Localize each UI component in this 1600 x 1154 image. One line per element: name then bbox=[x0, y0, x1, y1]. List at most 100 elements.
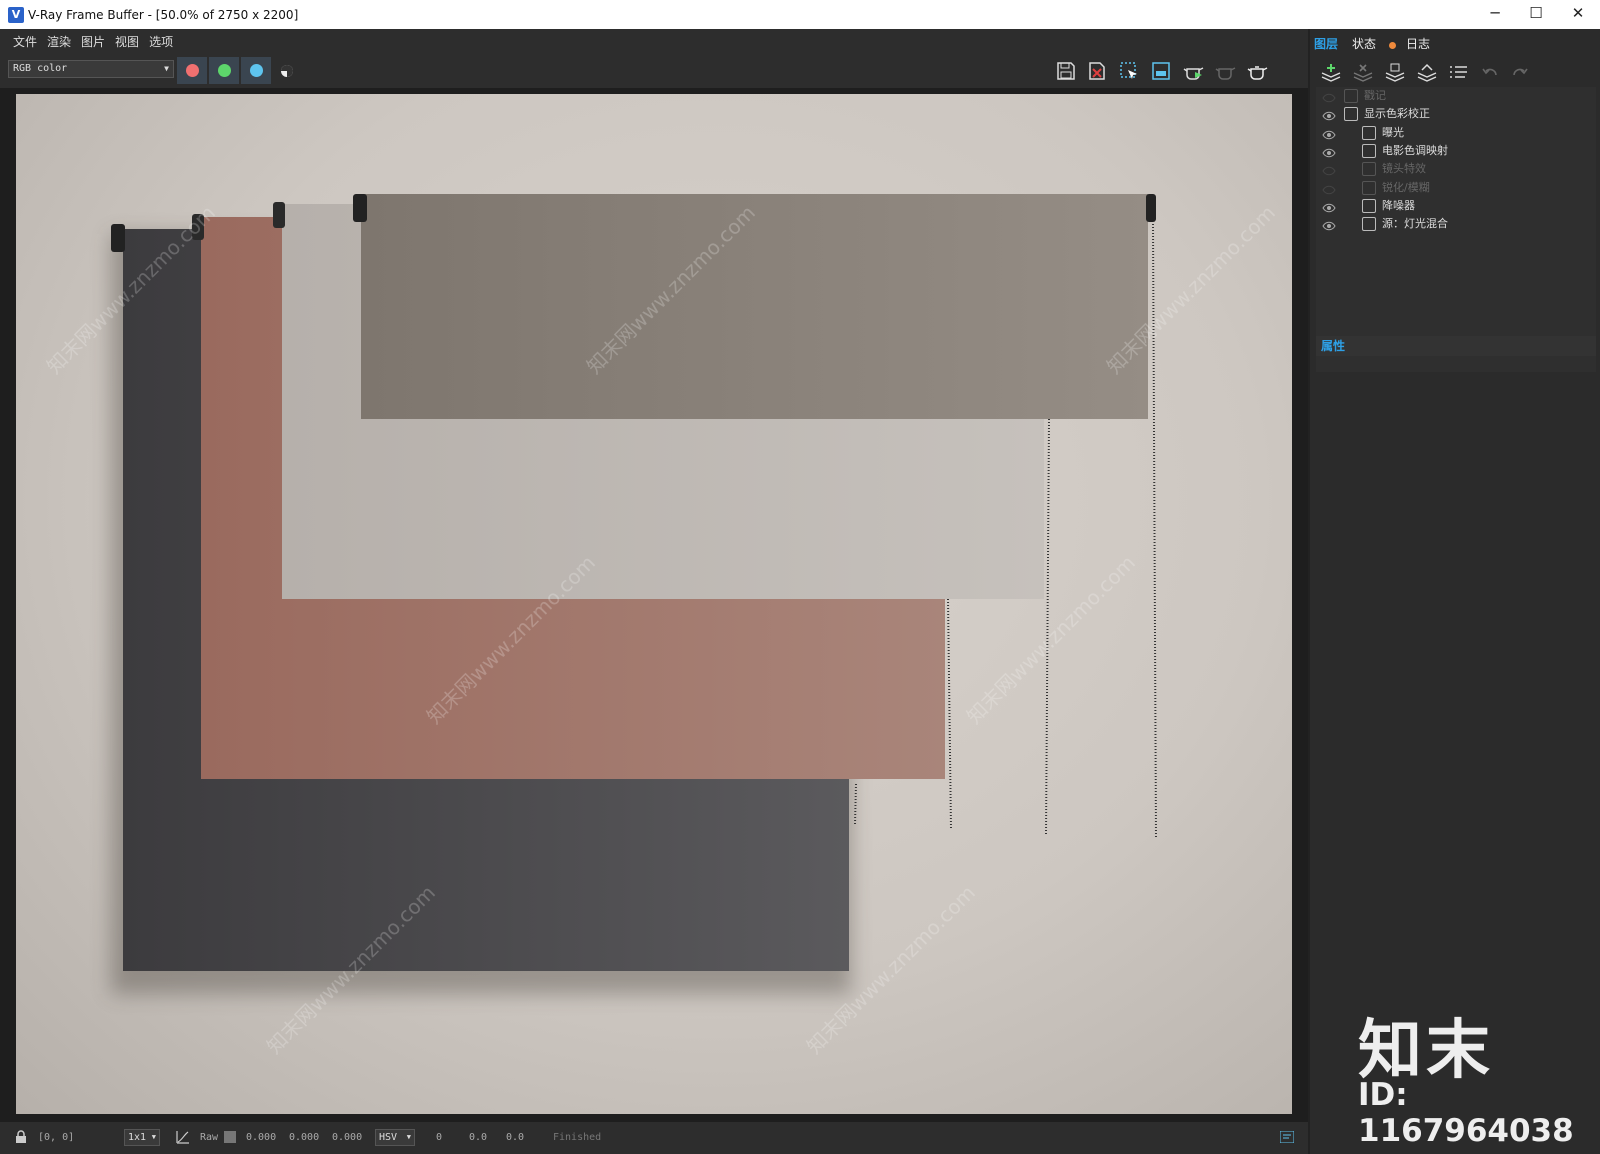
tab-stats[interactable]: 状态 bbox=[1352, 34, 1376, 54]
layer-label: 曝光 bbox=[1382, 125, 1404, 139]
layer-type-icon bbox=[1362, 198, 1376, 213]
colorspace-select[interactable]: HSV ▼ bbox=[375, 1129, 415, 1146]
lock-icon[interactable] bbox=[14, 1130, 28, 1147]
title-bar: V V-Ray Frame Buffer - [50.0% of 2750 x … bbox=[0, 0, 1600, 29]
redo-icon[interactable] bbox=[1510, 63, 1530, 87]
window-title: V-Ray Frame Buffer - [50.0% of 2750 x 22… bbox=[28, 7, 299, 22]
layers-panel: 图层 状态 日志 戳记显示色彩校正曝光电影色调映射 镜头特效锐化/模糊降噪器源：灯… bbox=[1310, 29, 1600, 1154]
menu-bar: 文件 渲染 图片 视图 选项 bbox=[0, 29, 1308, 53]
layer-tree: 戳记显示色彩校正曝光电影色调映射 镜头特效锐化/模糊降噪器源：灯光混合 bbox=[1316, 87, 1596, 372]
teapot-interactive-icon bbox=[1183, 67, 1204, 80]
value-r: 0.000 bbox=[246, 1132, 277, 1143]
render-interactive-button[interactable] bbox=[1182, 60, 1206, 82]
layer-label: 镜头特效 bbox=[1382, 162, 1426, 176]
alpha-toggle-button[interactable] bbox=[275, 60, 299, 82]
menu-render[interactable]: 渲染 bbox=[42, 33, 76, 50]
image-viewport[interactable]: 知末网www.znzmo.com 知末网www.znzmo.com 知末网www… bbox=[0, 88, 1308, 1122]
load-layers-icon[interactable] bbox=[1416, 63, 1438, 87]
history-icon[interactable] bbox=[1279, 1130, 1295, 1146]
value-v: 0.0 bbox=[506, 1132, 525, 1143]
toolbar: RGB color ▼ bbox=[0, 53, 1308, 88]
region-select-icon bbox=[1120, 62, 1137, 79]
visibility-eye-icon[interactable] bbox=[1322, 219, 1336, 231]
visibility-eye-icon[interactable] bbox=[1322, 201, 1336, 213]
alpha-icon bbox=[281, 65, 293, 77]
vray-logo-icon: V bbox=[8, 6, 24, 23]
minimize-button[interactable]: ─ bbox=[1473, 0, 1517, 29]
region-render-button[interactable] bbox=[1117, 60, 1141, 82]
teapot-stop-icon bbox=[1215, 67, 1236, 80]
layer-type-icon bbox=[1344, 107, 1358, 122]
visibility-eye-icon[interactable] bbox=[1322, 109, 1336, 121]
value-g: 0.000 bbox=[289, 1132, 320, 1143]
visibility-eye-icon[interactable] bbox=[1322, 164, 1336, 176]
layer-row[interactable]: 锐化/模糊 bbox=[1316, 179, 1596, 197]
visibility-eye-icon[interactable] bbox=[1322, 146, 1336, 158]
layer-row[interactable]: 曝光 bbox=[1316, 124, 1596, 142]
zoom-value: 1x1 bbox=[128, 1132, 147, 1143]
menu-view[interactable]: 视图 bbox=[110, 33, 144, 50]
layer-label: 锐化/模糊 bbox=[1382, 180, 1430, 194]
layer-row[interactable]: 电影色调映射 bbox=[1316, 142, 1596, 160]
menu-options[interactable]: 选项 bbox=[144, 33, 178, 50]
green-dot-icon bbox=[218, 64, 231, 77]
layer-type-icon bbox=[1362, 125, 1376, 140]
layer-label: 电影色调映射 bbox=[1382, 143, 1448, 157]
rendered-image: 知末网www.znzmo.com 知末网www.znzmo.com 知末网www… bbox=[16, 94, 1292, 1114]
layer-row[interactable]: 降噪器 bbox=[1316, 197, 1596, 215]
colorspace-value: HSV bbox=[379, 1132, 398, 1143]
render-button[interactable] bbox=[1246, 60, 1270, 82]
layer-type-icon bbox=[1362, 143, 1376, 158]
curve-icon[interactable] bbox=[176, 1130, 190, 1147]
layer-label: 戳记 bbox=[1364, 89, 1386, 102]
value-s: 0.0 bbox=[469, 1132, 488, 1143]
channel-select[interactable]: RGB color ▼ bbox=[8, 60, 174, 78]
red-dot-icon bbox=[186, 64, 199, 77]
layer-row[interactable]: 源：灯光混合 bbox=[1316, 215, 1596, 233]
frame-icon bbox=[1152, 62, 1170, 80]
region-button[interactable] bbox=[1149, 60, 1173, 82]
visibility-eye-icon[interactable] bbox=[1322, 91, 1336, 103]
blue-channel-button[interactable] bbox=[241, 57, 271, 84]
green-channel-button[interactable] bbox=[209, 57, 239, 84]
value-h: 0 bbox=[436, 1132, 443, 1143]
menu-image[interactable]: 图片 bbox=[76, 33, 110, 50]
layer-type-icon bbox=[1362, 180, 1376, 195]
layer-label: 显示色彩校正 bbox=[1364, 107, 1430, 121]
add-layer-icon[interactable] bbox=[1320, 63, 1342, 87]
visibility-eye-icon[interactable] bbox=[1322, 128, 1336, 139]
watermark-id: ID: 1167964038 bbox=[1358, 1077, 1574, 1149]
layer-row[interactable]: 镜头特效 bbox=[1316, 160, 1596, 178]
save-layers-icon[interactable] bbox=[1384, 63, 1406, 87]
blue-dot-icon bbox=[250, 64, 263, 77]
undo-icon[interactable] bbox=[1480, 63, 1500, 87]
layer-list-icon[interactable] bbox=[1448, 63, 1470, 87]
red-channel-button[interactable] bbox=[177, 57, 207, 84]
zoom-select[interactable]: 1x1 ▼ bbox=[124, 1129, 160, 1146]
tab-layers[interactable]: 图层 bbox=[1314, 34, 1338, 54]
color-swatch bbox=[224, 1131, 236, 1143]
teapot-icon bbox=[1247, 66, 1268, 80]
menu-file[interactable]: 文件 bbox=[8, 33, 42, 50]
layer-row[interactable]: 显示色彩校正 bbox=[1316, 105, 1596, 123]
layer-toolbar bbox=[1310, 59, 1600, 89]
tab-log[interactable]: 日志 bbox=[1406, 34, 1430, 54]
layer-type-icon bbox=[1344, 89, 1358, 103]
clear-image-button[interactable] bbox=[1085, 60, 1109, 82]
stop-render-button[interactable] bbox=[1214, 60, 1238, 82]
render-status: Finished bbox=[553, 1132, 602, 1143]
maximize-button[interactable]: ☐ bbox=[1514, 0, 1558, 29]
visibility-eye-icon[interactable] bbox=[1322, 183, 1336, 194]
layer-type-icon bbox=[1362, 217, 1376, 232]
chevron-down-icon: ▼ bbox=[164, 64, 169, 73]
cursor-coords: [0, 0] bbox=[38, 1132, 75, 1143]
layer-label: 降噪器 bbox=[1382, 198, 1415, 212]
save-image-button[interactable] bbox=[1054, 60, 1078, 82]
log-warning-icon bbox=[1389, 42, 1396, 49]
layer-row[interactable]: 戳记 bbox=[1316, 87, 1596, 105]
delete-layer-icon[interactable] bbox=[1352, 63, 1374, 87]
channel-value: RGB color bbox=[13, 63, 68, 74]
clear-image-icon bbox=[1089, 62, 1105, 80]
panel-tabs: 图层 状态 日志 bbox=[1310, 29, 1600, 57]
close-button[interactable]: ✕ bbox=[1556, 0, 1600, 29]
